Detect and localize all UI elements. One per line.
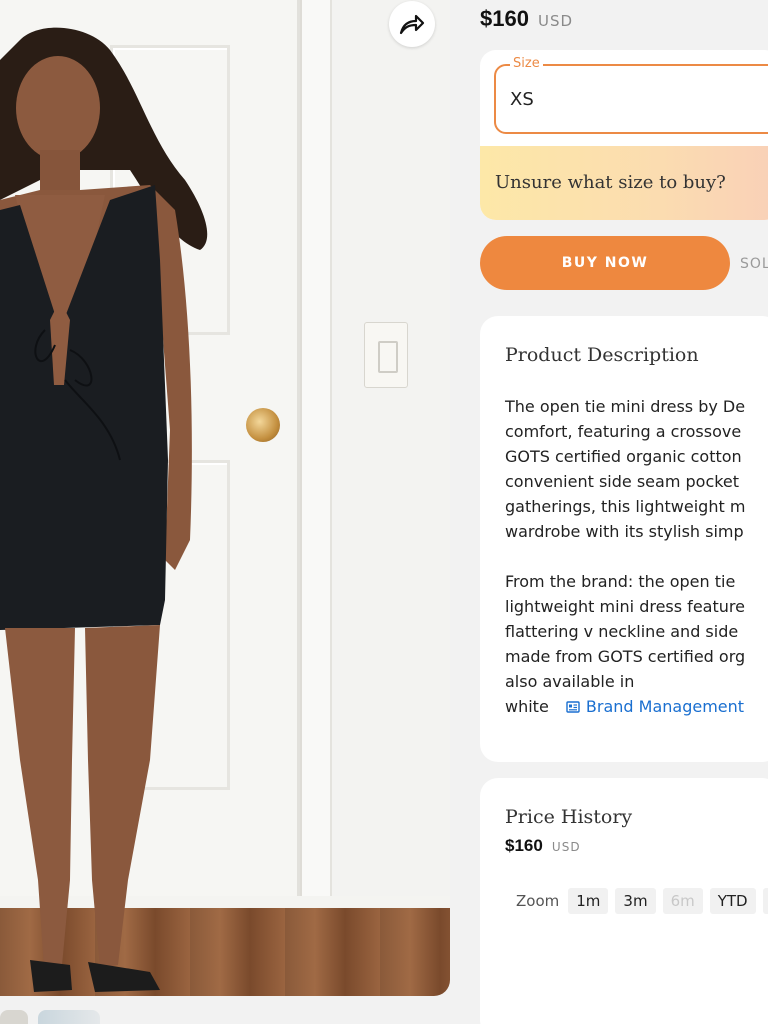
description-card: Product Description The open tie mini dr… — [480, 316, 768, 762]
price-history-title: Price History — [505, 806, 633, 828]
size-legend: Size — [510, 56, 543, 71]
zoom-6m-button[interactable]: 6m — [662, 888, 703, 914]
brand-description-line: lightweight mini dress feature — [505, 597, 745, 616]
product-photo[interactable] — [0, 0, 450, 996]
zoom-1m-button[interactable]: 1m — [568, 888, 609, 914]
buy-now-button[interactable]: BUY NOW — [480, 236, 730, 290]
history-price-currency: USD — [551, 840, 581, 854]
zoom-1y-button[interactable]: 1 — [762, 888, 768, 914]
share-arrow-icon — [399, 14, 425, 35]
brand-management-label: Brand Management — [585, 697, 745, 716]
brand-description-line: flattering v neckline and side — [505, 622, 739, 641]
price: $160 — [480, 6, 529, 31]
brand-description-line: made from GOTS certified org — [505, 647, 746, 666]
size-value: XS — [510, 89, 534, 110]
id-card-icon — [566, 701, 580, 713]
description-last-word: white — [505, 697, 549, 716]
zoom-label: Zoom — [516, 892, 560, 910]
brand-description-line: also available in — [505, 672, 635, 691]
currency: USD — [538, 12, 574, 30]
brand-description-line: From the brand: the open tie — [505, 572, 736, 591]
description-line: GOTS certified organic cotton — [505, 447, 742, 466]
description-line: convenient side seam pocket — [505, 472, 740, 491]
share-button[interactable] — [389, 1, 435, 47]
zoom-3m-button[interactable]: 3m — [615, 888, 656, 914]
size-select[interactable]: Size XS — [494, 56, 768, 134]
size-help-text: Unsure what size to buy? — [495, 172, 726, 193]
size-help-banner[interactable]: Unsure what size to buy? — [480, 146, 768, 220]
price-history-card: Price History $160 USD Zoom 1m 3m 6m YTD… — [480, 778, 768, 1024]
price-row: $160 USD — [480, 6, 573, 32]
thumbnail-2[interactable] — [38, 1010, 100, 1024]
model-figure — [0, 27, 208, 992]
description-line: wardrobe with its stylish simp — [505, 522, 744, 541]
price-history-price: $160 USD — [505, 836, 581, 856]
thumbnail-strip — [0, 1010, 120, 1024]
brand-description-last-line: white Brand Management — [505, 694, 768, 719]
brand-management-link[interactable]: Brand Management — [566, 697, 744, 716]
size-card: Size XS Unsure what size to buy? — [480, 50, 768, 220]
history-price-value: $160 — [505, 836, 543, 855]
description-line: gatherings, this lightweight m — [505, 497, 746, 516]
zoom-controls: Zoom 1m 3m 6m YTD 1 — [516, 888, 768, 914]
sold-label[interactable]: SOL — [740, 256, 768, 272]
thumbnail-1[interactable] — [0, 1010, 28, 1024]
zoom-ytd-button[interactable]: YTD — [709, 888, 756, 914]
description-title: Product Description — [505, 344, 699, 366]
product-page: $160 USD Size XS Unsure what size to buy… — [0, 0, 768, 1024]
description-body: The open tie mini dress by De comfort, f… — [505, 394, 768, 719]
description-line: The open tie mini dress by De — [505, 397, 746, 416]
description-line: comfort, featuring a crossove — [505, 422, 742, 441]
